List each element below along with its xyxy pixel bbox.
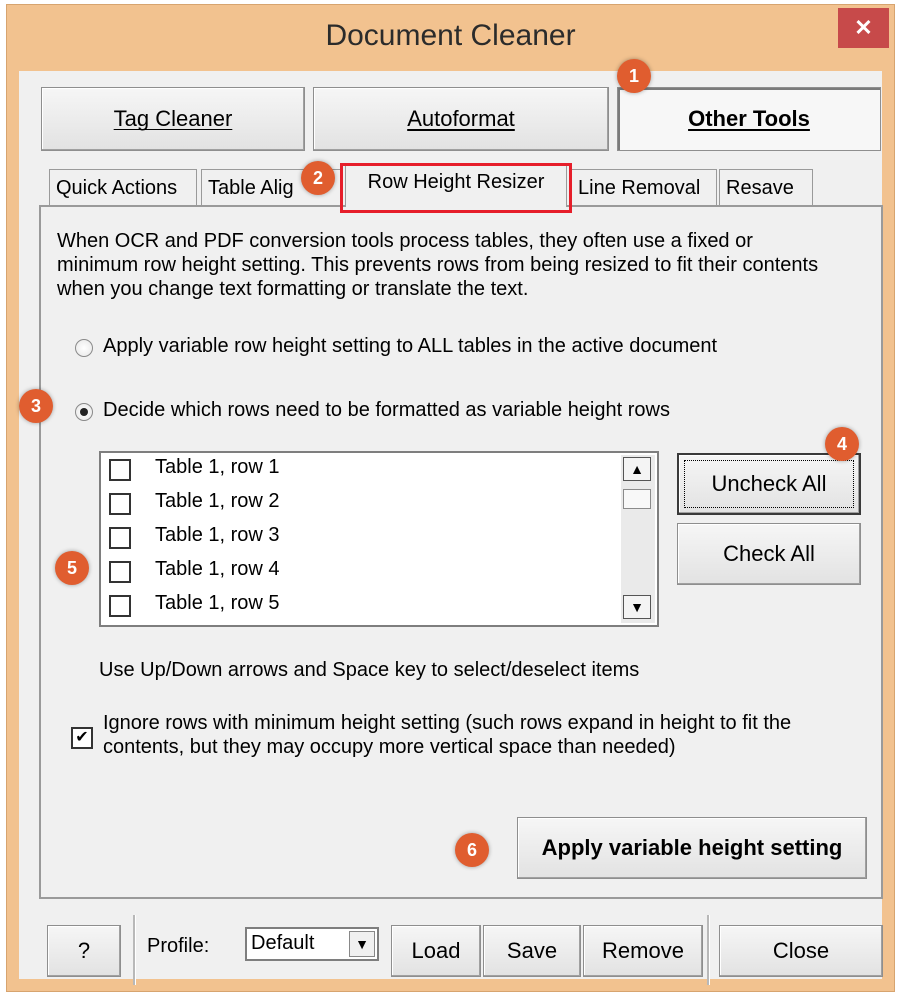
- client-area: Tag Cleaner Autoformat Other Tools Quick…: [19, 71, 883, 985]
- tab-autoformat[interactable]: Autoformat: [313, 87, 609, 151]
- callout-badge-6: 6: [455, 833, 489, 867]
- close-button[interactable]: Close: [719, 925, 883, 977]
- close-window-button[interactable]: ✕: [838, 8, 889, 48]
- keyboard-hint: Use Up/Down arrows and Space key to sele…: [99, 659, 640, 681]
- callout-badge-5: 5: [55, 551, 89, 585]
- row-checkbox[interactable]: [109, 459, 131, 481]
- load-label: Load: [411, 938, 461, 963]
- rows-listbox[interactable]: Table 1, row 1 Table 1, row 2 Table 1, r…: [99, 451, 659, 627]
- scroll-up-icon[interactable]: ▲: [623, 457, 651, 481]
- description-text: When OCR and PDF conversion tools proces…: [57, 230, 819, 300]
- row-checkbox[interactable]: [109, 595, 131, 617]
- list-item[interactable]: Table 1, row 2: [101, 487, 621, 521]
- subtab-line-removal[interactable]: Line Removal: [571, 169, 717, 205]
- help-icon: ?: [77, 938, 91, 963]
- tab-other-tools-label: Other Tools: [688, 106, 810, 131]
- ignore-min-height-label: Ignore rows with minimum height setting …: [103, 712, 792, 758]
- remove-button[interactable]: Remove: [583, 925, 703, 977]
- tab-autoformat-label: Autoformat: [407, 106, 515, 131]
- subtab-quick-actions[interactable]: Quick Actions: [49, 169, 197, 205]
- row-height-resizer-panel: When OCR and PDF conversion tools proces…: [39, 205, 883, 899]
- radio-selected-dot: [80, 408, 88, 416]
- list-item-label: Table 1, row 1: [155, 456, 280, 478]
- footer-separator: [133, 915, 136, 985]
- ignore-min-height-checkbox[interactable]: ✔: [71, 727, 93, 749]
- callout-badge-1: 1: [617, 59, 651, 93]
- apply-variable-height-button[interactable]: Apply variable height setting: [517, 817, 867, 879]
- checkmark-icon: ✔: [75, 729, 89, 746]
- check-all-button[interactable]: Check All: [677, 523, 861, 585]
- title-bar: Document Cleaner ✕: [7, 5, 894, 71]
- window-title: Document Cleaner: [325, 19, 576, 52]
- callout-badge-2: 2: [301, 161, 335, 195]
- check-all-label: Check All: [723, 541, 815, 566]
- list-item[interactable]: Table 1, row 1: [101, 453, 621, 487]
- list-item-label: Table 1, row 3: [155, 524, 280, 546]
- load-button[interactable]: Load: [391, 925, 481, 977]
- subtab-line-removal-label: Line Removal: [578, 177, 701, 199]
- tab-other-tools[interactable]: Other Tools: [617, 87, 881, 151]
- uncheck-all-label: Uncheck All: [711, 471, 827, 496]
- subtab-resave-label: Resave: [726, 177, 794, 199]
- row-checkbox[interactable]: [109, 493, 131, 515]
- footer-separator: [707, 915, 710, 985]
- close-label: Close: [772, 938, 830, 963]
- list-item-label: Table 1, row 2: [155, 490, 280, 512]
- row-checkbox[interactable]: [109, 527, 131, 549]
- subtab-table-align-label: Table Alig: [208, 177, 294, 199]
- radio-apply-all-label: Apply variable row height setting to ALL…: [103, 335, 718, 357]
- document-cleaner-window: Document Cleaner ✕ Tag Cleaner Autoforma…: [6, 4, 895, 992]
- save-button[interactable]: Save: [483, 925, 581, 977]
- tab-tag-cleaner-label: Tag Cleaner: [113, 106, 233, 131]
- tab-tag-cleaner[interactable]: Tag Cleaner: [41, 87, 305, 151]
- profile-label: Profile:: [147, 935, 210, 957]
- subtab-resave[interactable]: Resave: [719, 169, 813, 205]
- highlight-frame: [340, 163, 572, 213]
- list-item-label: Table 1, row 4: [155, 558, 280, 580]
- save-label: Save: [506, 938, 558, 963]
- row-checkbox[interactable]: [109, 561, 131, 583]
- profile-value: Default: [251, 932, 315, 954]
- scroll-down-icon[interactable]: ▼: [623, 595, 651, 619]
- remove-label: Remove: [602, 938, 684, 963]
- radio-decide-rows-label: Decide which rows need to be formatted a…: [103, 399, 670, 421]
- list-item[interactable]: Table 1, row 3: [101, 521, 621, 555]
- chevron-down-icon[interactable]: ▼: [349, 931, 375, 957]
- list-item[interactable]: Table 1, row 4: [101, 555, 621, 589]
- scroll-thumb[interactable]: [623, 489, 651, 509]
- radio-apply-all[interactable]: [75, 339, 93, 357]
- list-item-label: Table 1, row 5: [155, 592, 280, 614]
- callout-badge-4: 4: [825, 427, 859, 461]
- radio-decide-rows[interactable]: [75, 403, 93, 421]
- help-button[interactable]: ?: [47, 925, 121, 977]
- profile-select[interactable]: Default ▼: [245, 927, 379, 961]
- close-icon: ✕: [854, 15, 873, 40]
- list-item[interactable]: Table 1, row 5: [101, 589, 621, 623]
- apply-variable-height-label: Apply variable height setting: [541, 835, 843, 860]
- callout-badge-3: 3: [19, 389, 53, 423]
- list-scrollbar[interactable]: ▲ ▼: [621, 455, 655, 623]
- uncheck-all-button[interactable]: Uncheck All: [677, 453, 861, 515]
- subtab-quick-actions-label: Quick Actions: [56, 177, 178, 199]
